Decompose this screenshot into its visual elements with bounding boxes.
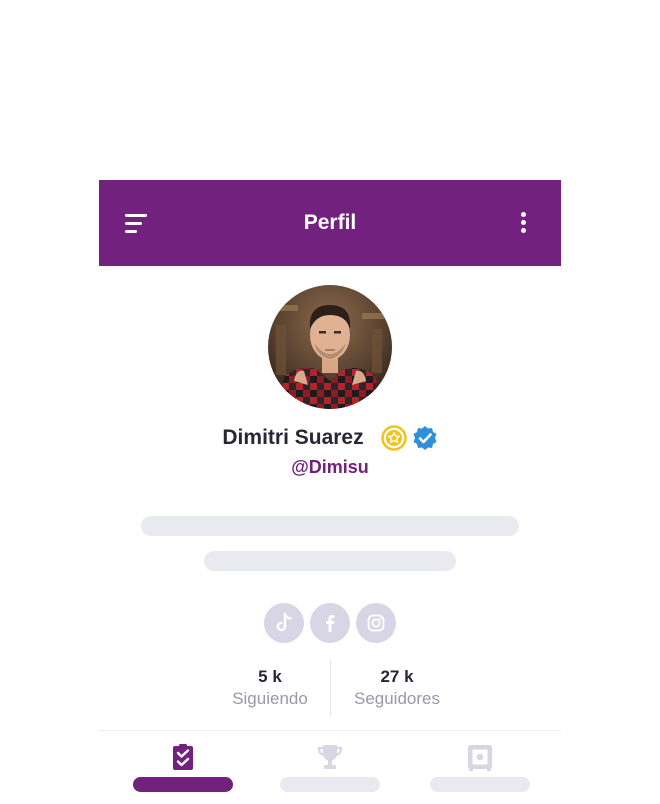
instagram-button[interactable] [356,603,396,643]
followers-count: 27 k [380,667,414,686]
tab-safe[interactable] [430,742,530,792]
tab-trophy[interactable] [280,742,380,792]
bio-placeholder-line [204,551,456,571]
instagram-icon [367,614,385,632]
tab-trophy-indicator [280,777,380,792]
tabs-divider [99,730,561,731]
more-options-icon[interactable] [513,210,533,236]
name-row: Dimitri Suarez [99,424,561,452]
star-badge-icon [380,425,407,451]
tiktok-button[interactable] [264,603,304,643]
profile-screen: Perfil Dimitri Suarez @Dimisu 5 k Siguie… [99,180,561,804]
trophy-icon [317,745,343,769]
tab-safe-indicator [430,777,530,792]
verified-badge-icon [413,426,437,450]
tiktok-icon [276,613,292,632]
facebook-icon [326,615,335,632]
social-links [264,603,396,643]
followers-label: Seguidores [353,689,440,708]
facebook-button[interactable] [310,603,350,643]
followers-stat[interactable]: 27 k Seguidores [322,660,472,710]
safe-icon [468,745,492,771]
profile-name: Dimitri Suarez [222,426,364,449]
avatar-photo [268,285,392,409]
page-title: Perfil [303,211,357,234]
tab-checklist-indicator [133,777,233,792]
profile-handle: @Dimisu [291,457,369,477]
profile-stats: 5 k Siguiendo 27 k Seguidores [99,660,561,718]
bio-placeholder-line [141,516,519,536]
checklist-icon [173,744,193,770]
page: Perfil Dimitri Suarez @Dimisu 5 k Siguie… [0,0,660,804]
avatar[interactable] [268,285,392,409]
tab-checklist[interactable] [133,742,233,792]
app-header: Perfil [99,180,561,266]
